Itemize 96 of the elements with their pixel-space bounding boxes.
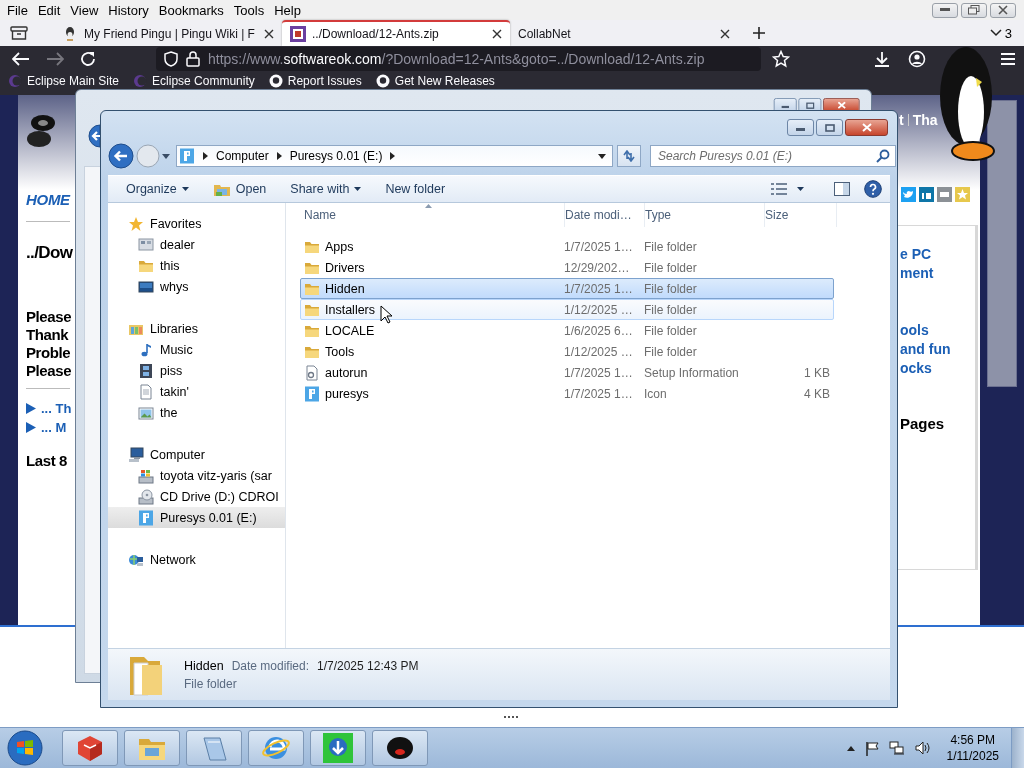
nav-link[interactable]: HOME [26,191,70,209]
detail-name: Hidden [184,658,224,673]
menu-item[interactable]: File [2,2,33,18]
toolbar-button[interactable]: Open [206,178,273,200]
file-type: File folder [644,239,698,254]
nav-item[interactable]: piss [108,360,285,381]
toolbar-button[interactable]: Organize [120,179,195,199]
file-date: 1/7/2025 1… [564,365,634,380]
notice-text: Proble [26,344,72,362]
file-date: 1/7/2025 1… [564,281,634,296]
file-date: 1/6/2025 6… [564,323,634,338]
file-type: Setup Information [644,365,740,380]
breadcrumb[interactable]: Puresys 0.01 (E:) [289,149,383,163]
file-date: 1/7/2025 1… [564,239,634,254]
menu-item[interactable]: Tools [228,2,270,18]
tab-count: 3 [1004,25,1012,41]
bookmark-link[interactable]: Get New Releases [375,74,495,88]
file-size: 1 KB [803,365,831,380]
browser-tab[interactable]: My Friend Pingu | Pingu Wiki | F [54,20,282,46]
file-row[interactable]: LOCALE 1/6/2025 6… File folder [300,320,834,341]
file-row[interactable]: Apps 1/7/2025 1… File folder [300,236,834,257]
url-field[interactable]: https://www.softwareok.com/?Download=12-Ants&goto=../Download/12-Ants.zip [156,47,761,71]
file-name: Installers [325,302,376,317]
detail-value: 1/7/2025 12:43 PM [317,658,419,673]
nav-item[interactable]: Favorites [108,213,285,234]
sidebar-link[interactable]: e PC [900,245,975,264]
file-date: 1/12/2025 … [564,344,634,359]
nav-item[interactable]: Libraries [108,318,285,339]
browser-tab[interactable]: ../Download/12-Ants.zip [282,20,510,46]
file-type: File folder [644,344,698,359]
nav-item[interactable]: whys [108,276,285,297]
file-row[interactable]: Installers 1/12/2025 … File folder [300,299,834,320]
nav-item[interactable]: CD Drive (D:) CDROI [108,486,285,507]
file-type: File folder [644,302,698,317]
nav-item[interactable]: the [108,402,285,423]
toolbar-button[interactable]: Share with [284,179,368,199]
file-row[interactable]: Drivers 12/29/202… File folder [300,257,834,278]
bookmark-link[interactable]: Eclipse Community [133,74,255,88]
nav-item[interactable]: takin' [108,381,285,402]
page-heading: ../Dow [26,242,73,264]
notice-text: Thank [26,326,70,344]
nav-item[interactable]: Puresys 0.01 (E:) [108,507,285,528]
file-type: Icon [644,386,668,401]
detail-label: Date modified: [231,658,309,673]
sidebar-link[interactable]: ools [900,321,975,340]
file-name: Hidden [325,281,365,296]
menu-item[interactable]: Help [269,2,306,18]
search-field[interactable]: Search Puresys 0.01 (E:) [650,145,896,167]
nav-item[interactable]: this [108,255,285,276]
nav-item[interactable]: toyota vitz-yaris (sar [108,465,285,486]
menu-item[interactable]: Bookmarks [153,2,229,18]
file-row[interactable]: puresys 1/7/2025 1… Icon 4 KB [300,383,834,404]
menu-item[interactable]: Edit [32,2,66,18]
sidebar-link[interactable]: ocks [900,359,975,378]
nav-item[interactable]: Computer [108,444,285,465]
nav-item[interactable]: dealer [108,234,285,255]
file-date: 12/29/202… [564,260,631,275]
file-name: Tools [325,344,355,359]
file-name: Drivers [325,260,365,275]
file-name: Apps [325,239,354,254]
column-header[interactable]: Date modi… [565,203,645,227]
clock-time[interactable]: 4:56 PM [950,732,996,748]
sidebar-link[interactable]: ment [900,264,975,283]
detail-type: File folder [184,676,238,691]
file-date: 1/12/2025 … [564,302,634,317]
browser-tab[interactable]: CollabNet [510,20,738,46]
menu-item[interactable]: View [65,2,104,18]
page-link[interactable]: ... Th [41,399,72,418]
file-row[interactable]: autorun 1/7/2025 1… Setup Information 1 KB [300,362,834,383]
address-bar[interactable]: Computer Puresys 0.01 (E:) [176,145,613,167]
file-size: 4 KB [803,386,831,401]
clock-date[interactable]: 1/11/2025 [946,748,999,764]
file-type: File folder [644,323,698,338]
nav-item[interactable]: Network [108,549,285,570]
file-type: File folder [644,281,698,296]
file-name: autorun [325,365,368,380]
sidebar-link[interactable]: and fun [900,340,975,359]
bookmark-link[interactable]: Report Issues [268,74,362,88]
file-date: 1/7/2025 1… [564,386,634,401]
file-row[interactable]: Tools 1/12/2025 … File folder [300,341,834,362]
nav-item[interactable]: Music [108,339,285,360]
file-row[interactable]: Hidden 1/7/2025 1… File folder [300,278,834,299]
file-name: puresys [325,386,369,401]
column-header[interactable]: Size [765,203,837,227]
sidebar-title: Pages [900,414,946,433]
page-link[interactable]: ... M [41,418,67,437]
toolbar-button[interactable]: New folder [379,179,452,199]
file-name: LOCALE [325,323,375,338]
notice-text: Please [26,308,72,326]
notice-text: Please [26,362,72,380]
section-title: Last 8 [26,451,67,471]
bookmark-link[interactable]: Eclipse Main Site [8,74,120,88]
file-type: File folder [644,260,698,275]
menu-item[interactable]: History [103,2,154,18]
column-header[interactable]: Type [645,203,765,227]
breadcrumb[interactable]: Computer [216,149,269,163]
